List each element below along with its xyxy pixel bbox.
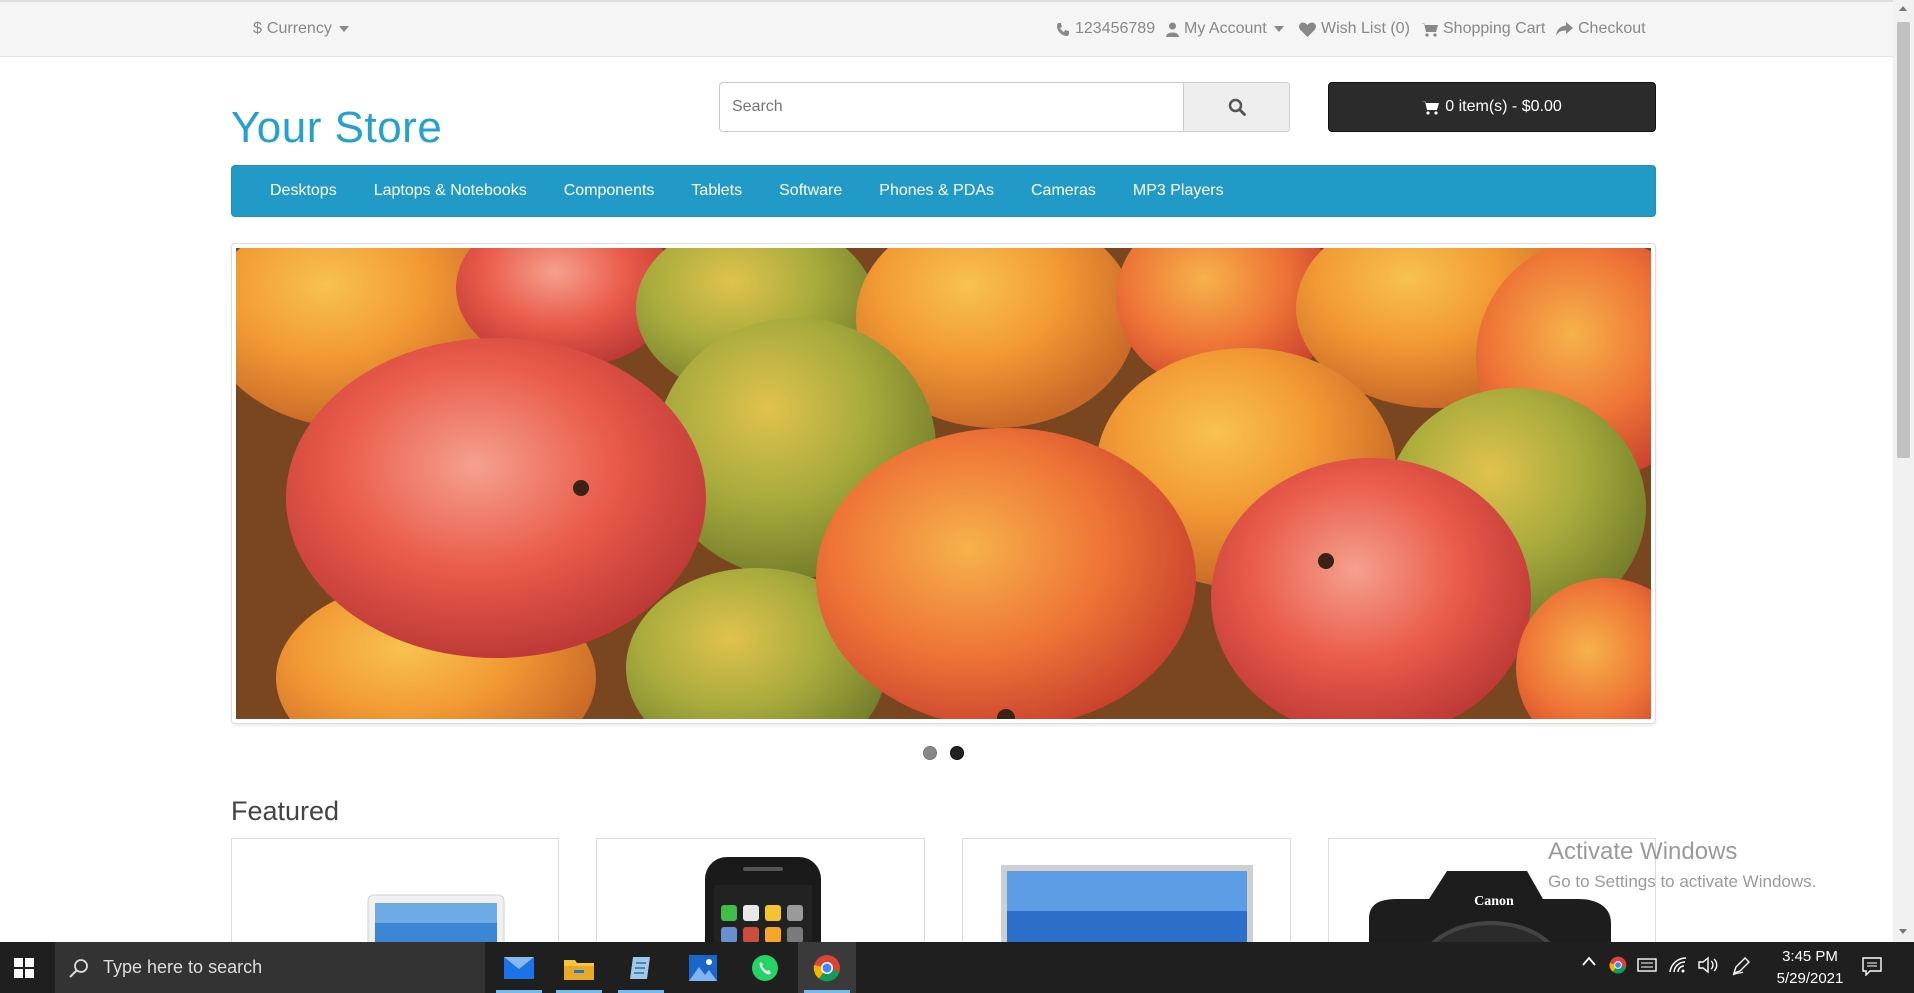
search-icon <box>69 958 88 978</box>
cart-button[interactable]: 0 item(s) - $0.00 <box>1328 82 1656 132</box>
menu-item-mp3-players[interactable]: MP3 Players <box>1133 182 1224 200</box>
featured-heading: Featured <box>231 796 340 826</box>
windows-logo-icon <box>14 957 34 978</box>
taskbar-photos[interactable] <box>674 942 732 993</box>
menu-item-software[interactable]: Software <box>779 182 842 200</box>
heart-icon <box>1299 22 1316 37</box>
search-input[interactable] <box>720 83 1183 131</box>
speaker-icon <box>1698 956 1718 974</box>
phone-number: 123456789 <box>1075 20 1156 37</box>
shopping-cart-link[interactable]: Shopping Cart <box>1421 20 1545 38</box>
slider-dot-2-active[interactable] <box>950 746 964 760</box>
caret-down-icon <box>1273 26 1284 32</box>
banner-slider[interactable] <box>231 243 1656 724</box>
activate-windows-title: Activate Windows <box>1548 838 1738 865</box>
taskbar-notepad[interactable] <box>612 942 670 993</box>
tray-volume[interactable] <box>1697 956 1719 974</box>
show-hidden-icons-button[interactable] <box>1582 956 1596 966</box>
file-explorer-icon <box>564 959 594 980</box>
activate-windows-subtitle: Go to Settings to activate Windows. <box>1548 872 1817 891</box>
checkout-link[interactable]: Checkout <box>1556 20 1646 38</box>
my-account-label: My Account <box>1184 20 1267 37</box>
browser-page: $ Currency 123456789 My Account Wish Lis… <box>0 0 1914 993</box>
slider-dot-1[interactable] <box>923 746 937 760</box>
taskbar-chrome[interactable] <box>798 942 856 993</box>
phone-icon <box>1057 22 1069 36</box>
menu-item-laptops-notebooks[interactable]: Laptops & Notebooks <box>374 182 527 200</box>
tray-input-indicator[interactable] <box>1637 956 1657 974</box>
clock-date: 5/29/2021 <box>1776 970 1844 987</box>
cart-icon <box>1421 22 1438 37</box>
taskbar-whatsapp[interactable] <box>736 942 794 993</box>
menu-item-phones-pdas[interactable]: Phones & PDAs <box>879 182 994 200</box>
user-icon <box>1166 22 1179 37</box>
wishlist-label: Wish List (0) <box>1321 20 1410 37</box>
caret-down-icon <box>338 26 349 32</box>
scroll-up-icon[interactable] <box>1899 6 1907 11</box>
search-group <box>719 82 1290 132</box>
menu-item-tablets[interactable]: Tablets <box>691 182 742 200</box>
wishlist-link[interactable]: Wish List (0) <box>1299 20 1410 38</box>
chrome-icon <box>1609 956 1627 974</box>
wifi-icon <box>1669 957 1687 973</box>
mail-icon <box>504 956 534 979</box>
keyboard-language-icon <box>1637 958 1657 972</box>
my-account-dropdown[interactable]: My Account <box>1166 20 1284 38</box>
store-logo-title[interactable]: Your Store <box>231 103 442 153</box>
start-button[interactable] <box>0 942 48 993</box>
taskbar-file-explorer[interactable] <box>550 942 608 993</box>
taskbar-mail[interactable] <box>490 942 548 993</box>
menu-item-desktops[interactable]: Desktops <box>270 182 337 200</box>
windows-taskbar: Type here to search 3:45 PM 5/29/2021 <box>0 942 1914 993</box>
menu-item-cameras[interactable]: Cameras <box>1031 182 1096 200</box>
dollar-icon: $ <box>253 20 262 37</box>
tray-chrome[interactable] <box>1609 956 1627 974</box>
action-center-button[interactable] <box>1862 956 1882 976</box>
pen-icon <box>1732 957 1750 976</box>
currency-dropdown[interactable]: $ Currency <box>253 20 349 38</box>
taskbar-clock[interactable]: 3:45 PM 5/29/2021 <box>1765 946 1855 990</box>
currency-label: Currency <box>266 20 332 37</box>
camera-brand-text: Canon <box>1474 894 1514 909</box>
taskbar-search-placeholder: Type here to search <box>103 957 263 977</box>
chevron-up-icon <box>1582 956 1596 966</box>
cart-icon <box>1422 100 1440 115</box>
clock-time: 3:45 PM <box>1782 948 1838 965</box>
notification-icon <box>1862 957 1882 976</box>
phone-link[interactable]: 123456789 <box>1056 20 1155 38</box>
menu-item-components[interactable]: Components <box>564 182 655 200</box>
scrollbar-thumb[interactable] <box>1897 22 1910 458</box>
photos-icon <box>689 954 717 981</box>
category-menu: Desktops Laptops & Notebooks Components … <box>231 165 1656 217</box>
taskbar-search-box[interactable]: Type here to search <box>55 942 485 993</box>
notepad-icon <box>630 956 650 979</box>
search-icon <box>1228 98 1246 116</box>
scroll-down-icon[interactable] <box>1899 929 1907 934</box>
tray-pen[interactable] <box>1731 956 1751 976</box>
search-button[interactable] <box>1183 83 1289 131</box>
top-bar: $ Currency 123456789 My Account Wish Lis… <box>0 0 1893 57</box>
mango-banner-image[interactable] <box>236 248 1651 719</box>
tray-network[interactable] <box>1668 956 1688 974</box>
share-icon <box>1556 21 1573 36</box>
chrome-icon <box>813 954 840 981</box>
shopping-cart-label: Shopping Cart <box>1443 20 1546 37</box>
checkout-label: Checkout <box>1578 20 1646 37</box>
cart-button-label: 0 item(s) - $0.00 <box>1445 98 1562 115</box>
page-scrollbar[interactable] <box>1893 0 1914 942</box>
whatsapp-icon <box>752 954 778 981</box>
